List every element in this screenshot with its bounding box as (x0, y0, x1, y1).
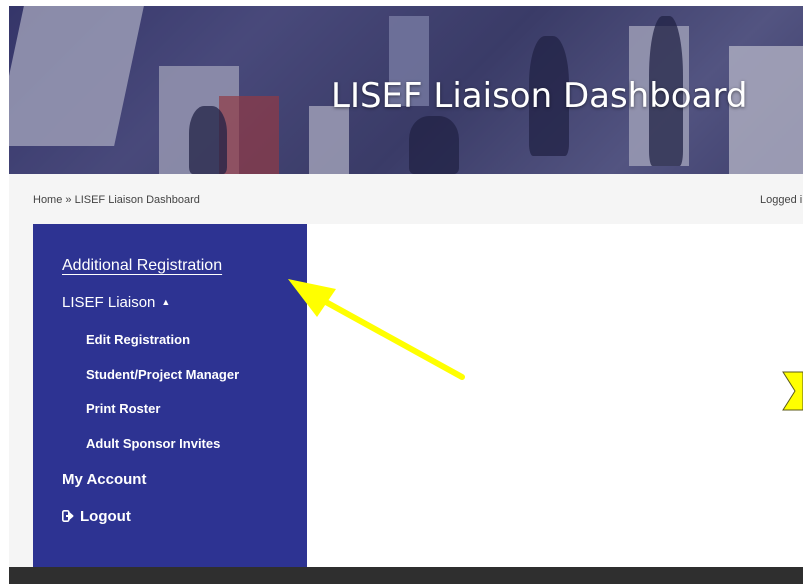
breadcrumb-current: LISEF Liaison Dashboard (74, 194, 200, 206)
main-content (307, 224, 803, 567)
caret-up-icon: ▲ (161, 297, 171, 307)
sidebar-item-lisef-liaison[interactable]: LISEF Liaison ▲ (62, 294, 170, 311)
breadcrumb: Home » LISEF Liaison Dashboard (33, 194, 200, 206)
sidebar-item-my-account[interactable]: My Account (62, 471, 146, 488)
footer-bar (9, 567, 803, 584)
sidebar-subitem-student-project-manager[interactable]: Student/Project Manager (86, 367, 239, 382)
page-left-margin (0, 0, 9, 584)
sidebar-item-label: Logout (80, 508, 131, 525)
sidebar-item-label: LISEF Liaison (62, 294, 156, 311)
sidebar-subitem-adult-sponsor-invites[interactable]: Adult Sponsor Invites (86, 436, 220, 451)
page-title: LISEF Liaison Dashboard (331, 76, 748, 116)
hero-banner: LISEF Liaison Dashboard (9, 6, 803, 174)
breadcrumb-bar: Home » LISEF Liaison Dashboard Logged i (9, 174, 803, 224)
sidebar-subitem-print-roster[interactable]: Print Roster (86, 401, 160, 416)
breadcrumb-separator: » (62, 194, 75, 206)
breadcrumb-home-link[interactable]: Home (33, 194, 62, 206)
sidebar-nav: Additional Registration LISEF Liaison ▲ E… (33, 224, 307, 567)
logged-in-status: Logged i (760, 194, 803, 206)
sign-out-icon (62, 510, 74, 522)
sidebar-subitem-edit-registration[interactable]: Edit Registration (86, 332, 190, 347)
sidebar-item-logout[interactable]: Logout (62, 508, 131, 525)
sidebar-item-additional-registration[interactable]: Additional Registration (62, 257, 222, 275)
